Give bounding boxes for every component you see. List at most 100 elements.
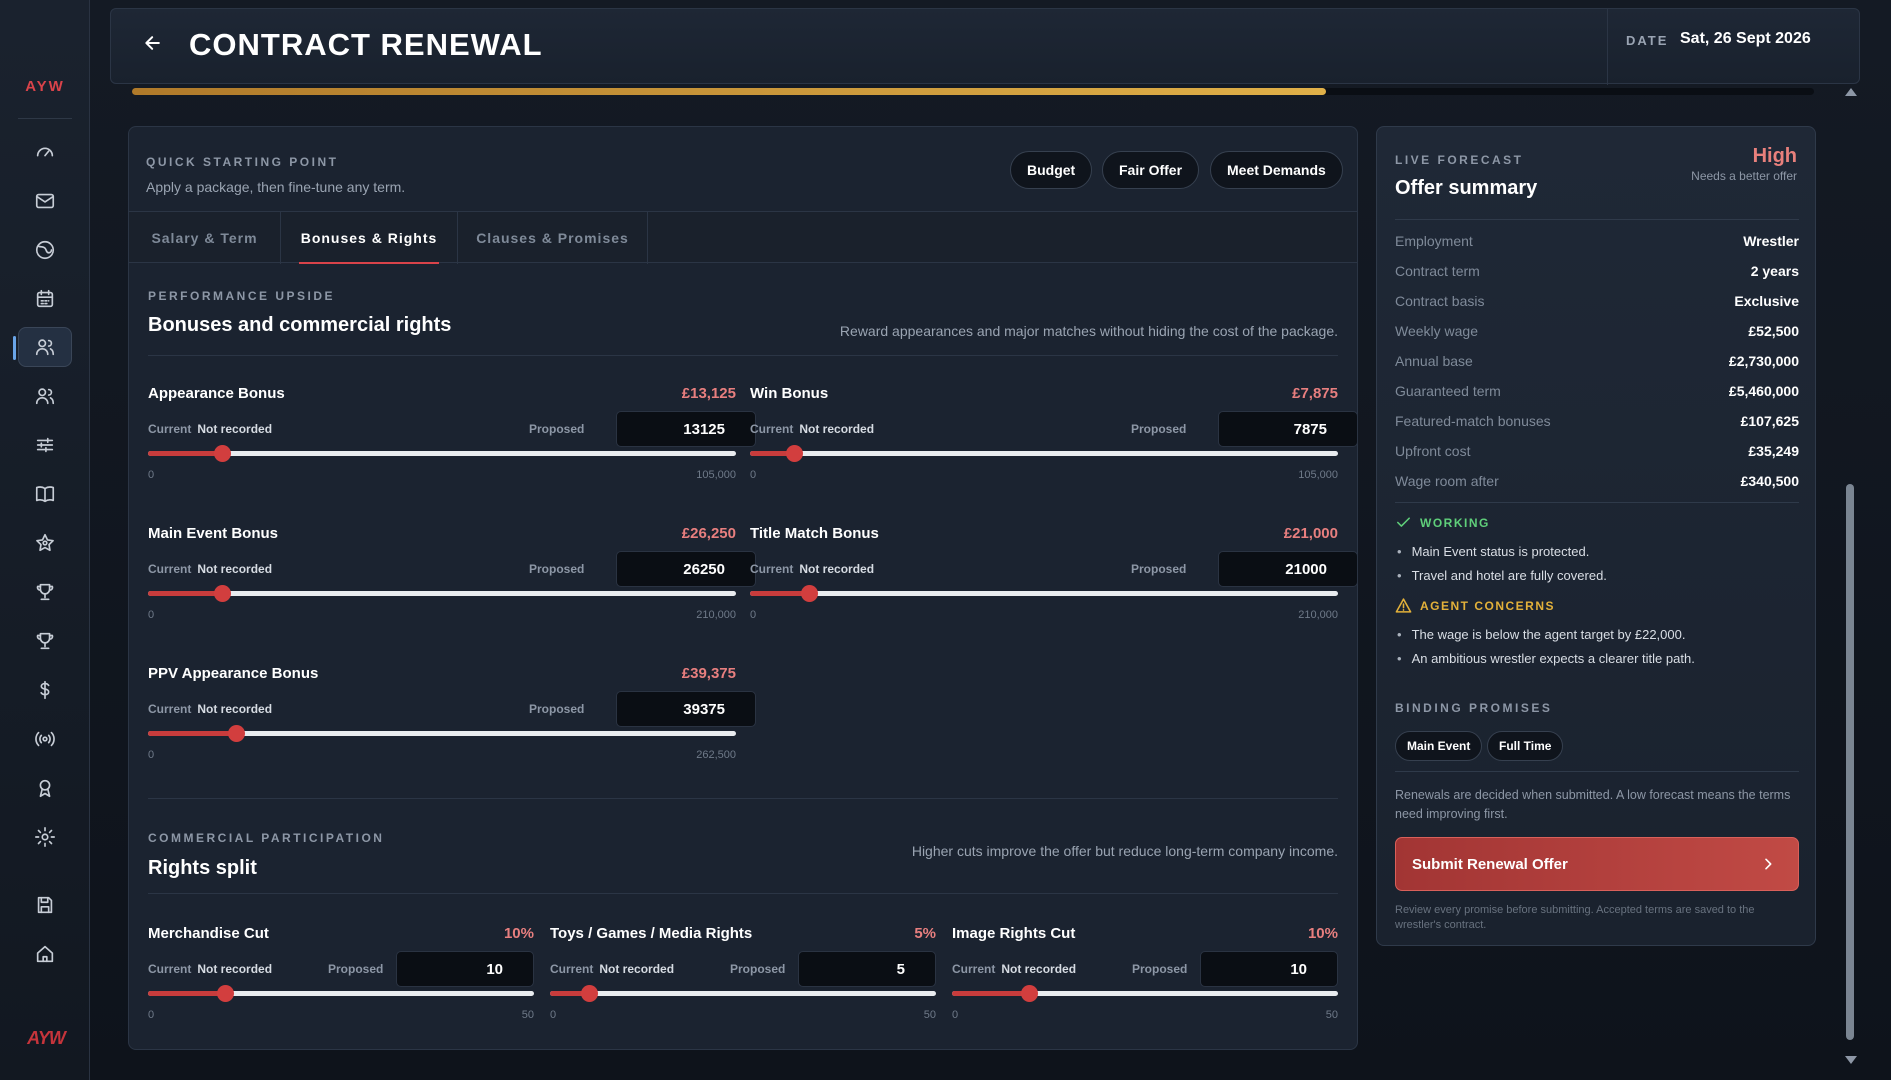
meet-demands-button[interactable]: Meet Demands [1210, 151, 1343, 189]
promise-chip[interactable]: Full Time [1487, 731, 1564, 761]
nav-finances[interactable] [18, 670, 72, 710]
nav-world[interactable] [18, 230, 72, 270]
summary-row-featured-match-bonuses: Featured-match bonuses £107,625 [1395, 413, 1799, 433]
slider-track[interactable] [750, 445, 1338, 462]
ppv-appearance-bonus-control: PPV Appearance Bonus £39,375 Current Not re… [148, 665, 756, 785]
offer-summary-panel: LIVE FORECAST Offer summary High Needs a… [1376, 126, 1816, 946]
current-text: Not recorded [1001, 962, 1077, 976]
slider-min: 0 [550, 1009, 557, 1021]
date-value: Sat, 26 Sept 2026 [1680, 30, 1811, 47]
back-button[interactable] [139, 29, 167, 57]
slider-fill [148, 591, 222, 596]
working-item: Main Event status is protected. [1397, 544, 1590, 559]
book-icon [35, 486, 55, 503]
progress-fill [132, 88, 1327, 95]
page-scrollbar[interactable] [1843, 88, 1857, 1064]
slider-max: 105,000 [696, 469, 736, 481]
progress-bar [132, 88, 1814, 95]
slider-track[interactable] [550, 985, 936, 1002]
slider-amount: 10% [503, 925, 534, 942]
nav-dashboard[interactable] [18, 132, 72, 172]
scroll-down-arrow[interactable] [1845, 1056, 1857, 1064]
slider-thumb[interactable] [580, 985, 598, 1002]
slider-thumb[interactable] [800, 585, 818, 602]
commercial-label: COMMERCIAL PARTICIPATION [148, 831, 385, 845]
proposed-input[interactable]: 10 [1200, 951, 1338, 987]
active-tab-indicator [299, 262, 439, 264]
chevron-right-icon [1765, 858, 1772, 870]
summary-divider [1395, 771, 1799, 772]
promise-chip[interactable]: Main Event [1395, 731, 1483, 761]
current-label: Current [952, 962, 996, 976]
scroll-up-arrow[interactable] [1845, 88, 1857, 96]
nav-tournaments[interactable] [18, 621, 72, 661]
tab-clauses-promises[interactable]: Clauses & Promises [458, 212, 648, 264]
concern-item: An ambitious wrestler expects a clearer … [1397, 651, 1695, 666]
budget-button[interactable]: Budget [1010, 151, 1093, 189]
slider-thumb[interactable] [217, 985, 235, 1002]
slider-amount: £26,250 [681, 525, 736, 542]
proposed-input[interactable]: 7875 [1218, 411, 1358, 447]
nav-rulebook[interactable] [18, 474, 72, 514]
slider-name: Image Rights Cut [952, 925, 1076, 942]
slider-track[interactable] [148, 985, 534, 1002]
proposed-input[interactable]: 21000 [1218, 551, 1358, 587]
main-event-bonus-control: Main Event Bonus £26,250 Current Not record… [148, 525, 756, 645]
proposed-input[interactable]: 5 [798, 951, 936, 987]
slider-track[interactable] [148, 445, 736, 462]
nav-roster[interactable] [13, 327, 72, 367]
nav-settings-sliders[interactable] [18, 425, 72, 465]
tab-bonuses-rights[interactable]: Bonuses & Rights [281, 212, 458, 264]
current-label: Current [148, 422, 192, 436]
proposed-input[interactable]: 39375 [616, 691, 756, 727]
slider-thumb[interactable] [786, 445, 804, 462]
slider-thumb[interactable] [228, 725, 246, 742]
proposed-label: Proposed [529, 422, 585, 436]
nav-home[interactable] [18, 934, 72, 974]
current-text: Not recorded [197, 962, 273, 976]
nav-stars[interactable] [18, 523, 72, 563]
current-value: Current Not recorded [148, 962, 272, 976]
summary-title: Offer summary [1395, 177, 1538, 199]
summary-key: Featured-match bonuses [1395, 413, 1551, 429]
slider-min: 0 [148, 469, 155, 481]
nav-save[interactable] [18, 885, 72, 925]
tab-salary-term[interactable]: Salary & Term [129, 212, 281, 264]
section-divider [148, 798, 1338, 799]
current-value: Current Not recorded [148, 702, 272, 716]
fair-offer-button[interactable]: Fair Offer [1102, 151, 1200, 189]
working-label: WORKING [1420, 515, 1490, 530]
slider-track[interactable] [750, 585, 1338, 602]
tab-label: Clauses & Promises [476, 230, 629, 246]
slider-track[interactable] [952, 985, 1338, 1002]
warning-icon [1395, 598, 1412, 613]
nav-calendar[interactable] [18, 279, 72, 319]
forecast-note: Needs a better offer [1691, 169, 1797, 183]
slider-track[interactable] [148, 725, 736, 742]
summary-divider [1395, 219, 1799, 220]
proposed-input[interactable]: 13125 [616, 411, 756, 447]
summary-value: Wrestler [1743, 233, 1799, 249]
summary-row-wage-room-after: Wage room after £340,500 [1395, 473, 1799, 493]
proposed-input[interactable]: 10 [396, 951, 534, 987]
slider-track[interactable] [148, 585, 736, 602]
proposed-label: Proposed [529, 562, 585, 576]
nav-settings[interactable] [18, 817, 72, 857]
slider-thumb[interactable] [213, 445, 231, 462]
slider-amount: £7,875 [1292, 385, 1338, 402]
summary-value: £35,249 [1748, 443, 1799, 459]
slider-thumb[interactable] [213, 585, 231, 602]
proposed-label: Proposed [730, 962, 786, 976]
proposed-label: Proposed [529, 702, 585, 716]
nav-broadcast[interactable] [18, 719, 72, 759]
proposed-input[interactable]: 26250 [616, 551, 756, 587]
slider-thumb[interactable] [1021, 985, 1039, 1002]
nav-titles[interactable] [18, 572, 72, 612]
submit-renewal-button[interactable]: Submit Renewal Offer [1395, 837, 1799, 891]
home-icon [36, 945, 54, 963]
nav-awards[interactable] [18, 768, 72, 808]
nav-inbox[interactable] [18, 181, 72, 221]
nav-staff[interactable] [18, 376, 72, 416]
scroll-thumb[interactable] [1846, 484, 1854, 1040]
summary-value: £52,500 [1748, 323, 1799, 339]
